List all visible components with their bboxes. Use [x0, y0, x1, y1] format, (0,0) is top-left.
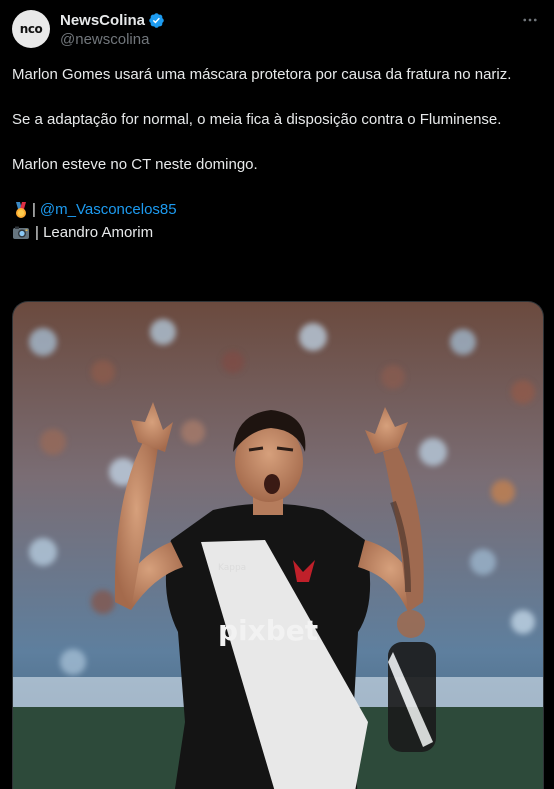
reporter-mention-link[interactable]: @m_Vasconcelos85: [40, 199, 177, 222]
tweet: nco NewsColina @newscolina Marlon Gomes …: [0, 0, 554, 789]
medal-emoji-icon: [12, 201, 30, 219]
player-photo[interactable]: pixbet Kappa: [12, 301, 544, 789]
display-name-row: NewsColina: [60, 11, 165, 30]
tweet-paragraph-2: Se a adaptação for normal, o meia fica à…: [12, 111, 502, 128]
handle[interactable]: @newscolina: [60, 31, 165, 48]
photographer-name: | Leandro Amorim: [35, 223, 154, 241]
more-horizontal-icon[interactable]: [518, 10, 542, 30]
svg-text:pixbet: pixbet: [218, 614, 318, 647]
tweet-paragraph-3: Marlon esteve no CT neste domingo.: [12, 156, 258, 173]
medal-separator: |: [32, 201, 36, 218]
avatar-logo-text: nco: [19, 22, 43, 36]
verified-badge-icon: [148, 12, 165, 29]
photographer-credit: | Leandro Amorim: [12, 222, 532, 245]
author-names: NewsColina @newscolina: [60, 11, 165, 48]
svg-text:Kappa: Kappa: [218, 563, 246, 573]
avatar[interactable]: nco: [12, 10, 50, 48]
tweet-text: Marlon Gomes usará uma máscara protetora…: [12, 64, 532, 244]
tweet-paragraph-1: Marlon Gomes usará uma máscara protetora…: [12, 66, 512, 83]
reporter-credit: | @m_Vasconcelos85: [12, 199, 532, 222]
camera-emoji-icon: [12, 224, 30, 242]
display-name[interactable]: NewsColina: [60, 12, 145, 29]
tweet-header: nco NewsColina @newscolina: [12, 10, 542, 50]
player-photo-graphic: pixbet Kappa: [13, 302, 543, 789]
